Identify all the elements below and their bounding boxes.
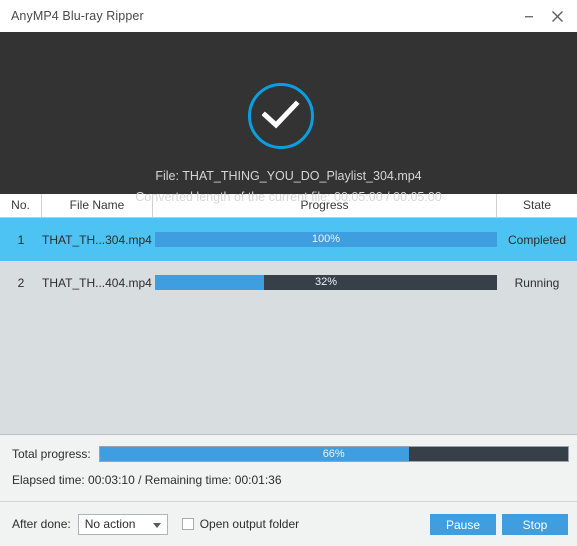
task-list[interactable]: 1 THAT_TH...304.mp4 100% Completed 2 THA… [0,218,577,434]
converted-length-text: Converted length of the current file: 00… [135,190,442,204]
row-index: 1 [17,232,25,247]
progress-bar: 100% [155,232,497,247]
close-button[interactable] [543,2,571,30]
footer-bar: After done: No action Open output folder… [0,501,577,546]
minimize-icon [525,16,533,18]
check-circle-icon [248,83,314,149]
footer-actions: Pause Stop [430,514,568,535]
row-state: Completed [507,232,567,247]
open-output-folder-checkbox[interactable]: Open output folder [181,517,300,531]
close-icon [551,10,563,22]
row-progress-cell: 32% [155,275,497,290]
stop-button[interactable]: Stop [502,514,568,535]
elapsed-remaining-text: Elapsed time: 00:03:10 / Remaining time:… [12,473,282,487]
progress-bar: 32% [155,275,497,290]
total-progress-percent: 66% [322,448,345,460]
window-controls [515,0,571,32]
after-done-selected-value: No action [84,517,136,531]
banner-text-block: File: THAT_THING_YOU_DO_Playlist_304.mp4… [0,166,577,208]
table-row[interactable]: 1 THAT_TH...304.mp4 100% Completed [0,218,577,261]
table-row[interactable]: 2 THAT_TH...404.mp4 32% Running [0,261,577,304]
minimize-button[interactable] [515,2,543,30]
row-progress-cell: 100% [155,232,497,247]
open-output-folder-label: Open output folder [199,517,300,531]
chevron-down-icon [152,522,161,528]
total-progress-bar: 66% [98,446,569,462]
row-file-name: THAT_TH...304.mp4 [42,232,152,247]
after-done-label: After done: [12,517,71,531]
current-file-text: File: THAT_THING_YOU_DO_Playlist_304.mp4 [155,169,422,183]
after-done-select[interactable]: No action [77,513,168,535]
checkmark-icon [262,100,300,129]
pause-button[interactable]: Pause [430,514,496,535]
progress-bar-label: 100% [311,233,341,245]
total-progress-label: Total progress: [12,447,91,461]
status-banner: File: THAT_THING_YOU_DO_Playlist_304.mp4… [0,32,577,204]
row-file-name: THAT_TH...404.mp4 [42,275,152,290]
title-bar: AnyMP4 Blu-ray Ripper [0,0,577,32]
checkbox-box-icon [181,518,194,530]
summary-panel: Total progress: 66% Elapsed time: 00:03:… [0,434,577,501]
row-state: Running [514,275,560,290]
total-progress-row: Total progress: 66% [0,435,577,462]
row-index: 2 [17,275,25,290]
progress-bar-label: 32% [314,276,338,288]
window-title: AnyMP4 Blu-ray Ripper [11,9,144,23]
